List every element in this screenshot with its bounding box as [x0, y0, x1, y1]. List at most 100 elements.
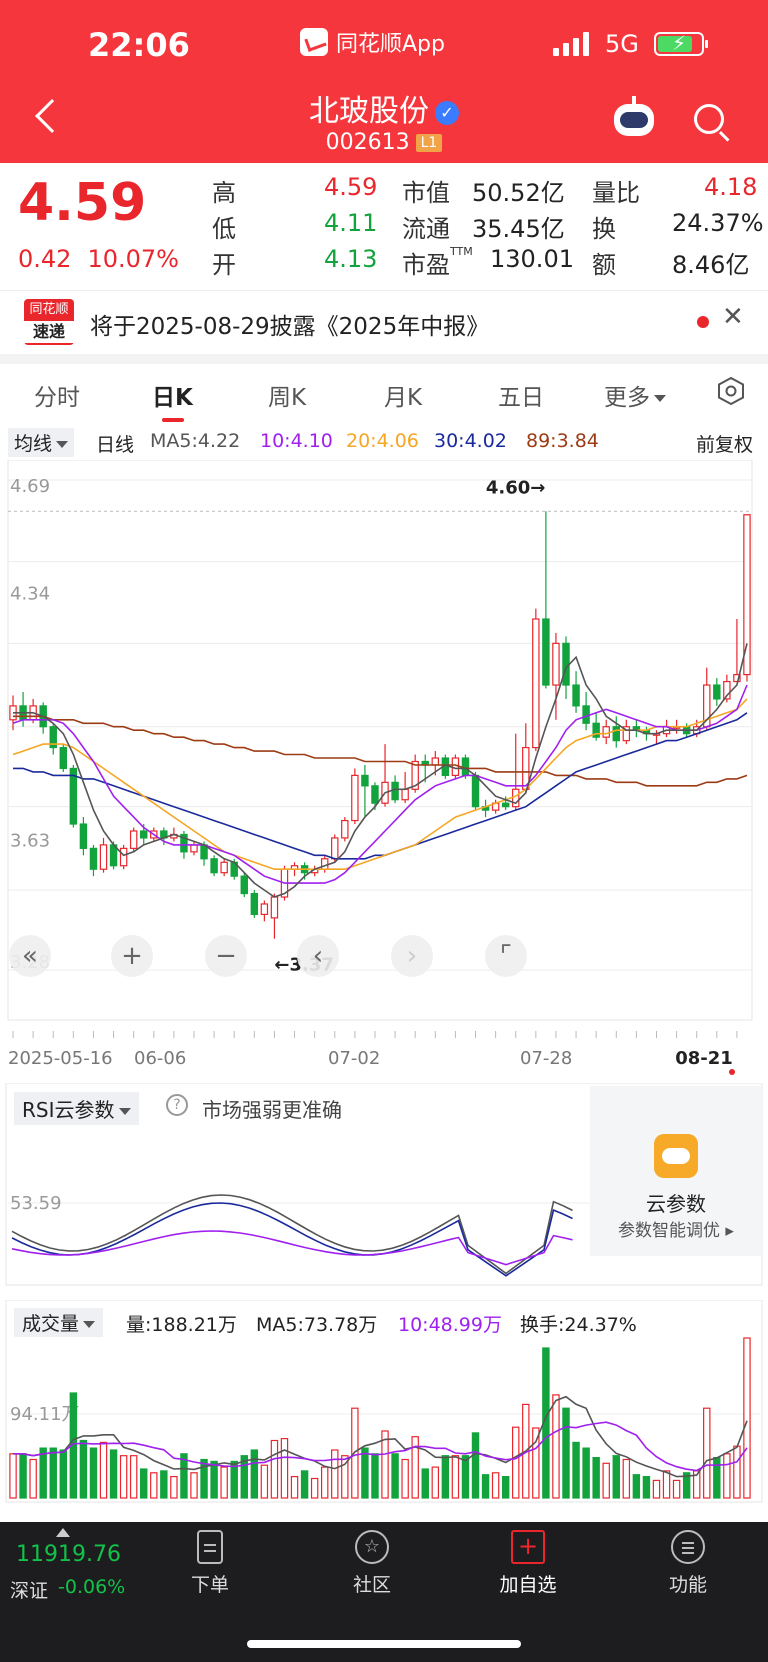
y-tick-label: 4.34 [10, 584, 50, 605]
candle-body [59, 746, 68, 770]
index-name: 深证 [10, 1580, 49, 1602]
scroll-left-icon: ‹ [313, 941, 323, 971]
status-time: 22:06 [88, 26, 190, 64]
home-indicator [247, 1640, 521, 1648]
caret-down-icon [83, 1321, 96, 1328]
adjust-mode[interactable]: 前复权 [696, 430, 753, 457]
notice-bar[interactable]: 同花顺 速递 将于2025-08-29披露《2025年中报》 [0, 290, 768, 352]
value-open: 4.13 [324, 245, 378, 273]
search-icon[interactable] [694, 104, 724, 134]
nav-add-watchlist[interactable]: + 加自选 [478, 1530, 578, 1597]
volume-turnover: 换手:24.37% [520, 1314, 637, 1336]
candle-body [401, 788, 409, 801]
tab-intraday[interactable]: 分时 [34, 378, 80, 412]
rsi-level-label: 53.59 [10, 1193, 62, 1214]
change-percent: 10.07% [87, 245, 179, 273]
volume-bar [743, 1337, 751, 1499]
volume-bar [391, 1453, 399, 1499]
volume-bar [612, 1455, 620, 1499]
help-icon[interactable]: ? [166, 1094, 188, 1116]
label-float-cap: 流通 [402, 215, 450, 243]
nav-order[interactable]: 下单 [160, 1530, 260, 1597]
candle-body [260, 903, 269, 915]
candle-body [612, 726, 620, 742]
volume-bar [512, 1426, 520, 1499]
tab-more[interactable]: 更多 [604, 378, 666, 412]
kline-chart[interactable]: 4.694.343.633.284.60→←3.37«+−‹›⌜2025-05-… [0, 460, 768, 1080]
candle-body [341, 819, 349, 839]
rsi-selector[interactable]: RSI云参数 [14, 1092, 139, 1125]
verified-icon: ✓ [435, 100, 459, 125]
tab-daily-k[interactable]: 日K [152, 378, 193, 412]
stock-code: 002613 [325, 130, 410, 155]
nav-community[interactable]: ☆ 社区 [322, 1530, 422, 1597]
cloud-params-panel[interactable]: 云参数 参数智能调优 ▸ [590, 1086, 762, 1256]
nav-functions[interactable]: 功能 [638, 1530, 738, 1597]
volume-bar [622, 1458, 631, 1499]
index-value[interactable]: 11919.76 [16, 1542, 121, 1567]
volume-bar [280, 1438, 289, 1499]
settings-hex-icon[interactable] [716, 376, 746, 406]
legend-ma20: 20:4.06 [346, 430, 419, 452]
caret-down-icon [654, 395, 666, 402]
candle-body [461, 757, 470, 776]
candle-body [99, 844, 108, 870]
volume-bar [371, 1453, 379, 1499]
ths-express-logo: 同花顺 速递 [24, 299, 74, 345]
candle-body [512, 788, 520, 808]
value-high: 4.59 [324, 173, 378, 201]
close-icon[interactable]: ✕ [722, 302, 744, 332]
app-logo-icon [300, 28, 328, 56]
candle-body [240, 875, 248, 895]
volume-bar [270, 1439, 279, 1499]
candle-body [351, 774, 359, 822]
label-turnover: 换 [592, 215, 616, 243]
volume-bar [441, 1455, 450, 1499]
cloud-title: 云参数 [646, 1192, 706, 1216]
label-low: 低 [212, 215, 236, 243]
volume-bar [572, 1441, 580, 1499]
label-volume-ratio: 量比 [592, 179, 640, 207]
tab-five-day[interactable]: 五日 [498, 378, 544, 412]
price-change: 0.42 10.07% [18, 245, 195, 273]
volume-bar [491, 1472, 500, 1499]
battery-icon: ⚡ [654, 31, 708, 56]
volume-bar [9, 1453, 17, 1499]
latest-dot [729, 1069, 735, 1075]
volume-bar [331, 1449, 339, 1499]
volume-header: 成交量 量:188.21万 MA5:73.78万 10:48.99万 换手:24… [0, 1306, 768, 1340]
label-market-cap: 市值 [402, 179, 450, 207]
notice-text: 将于2025-08-29披露《2025年中报》 [90, 314, 490, 340]
ma-selector[interactable]: 均线 [8, 428, 75, 457]
value-low: 4.11 [324, 209, 378, 237]
legend-ma10: 10:4.10 [260, 430, 333, 452]
index-expand-icon[interactable] [56, 1528, 70, 1537]
caret-down-icon [56, 441, 69, 448]
active-tab-indicator [162, 418, 184, 422]
app-indicator[interactable]: 同花顺App [300, 26, 445, 58]
volume-bar [552, 1394, 560, 1499]
chart-frame [7, 460, 753, 1021]
volume-bar [401, 1458, 409, 1499]
volume-bar [532, 1427, 540, 1499]
candle-body [552, 642, 560, 686]
volume-bar [59, 1449, 68, 1499]
ai-assistant-icon[interactable] [614, 96, 654, 136]
scroll-right-icon: › [407, 941, 417, 971]
value-float-cap: 35.45亿 [472, 215, 565, 243]
app-name: 同花顺App [336, 32, 445, 57]
zoom-in-icon: + [121, 941, 143, 971]
quote-panel: 4.59 0.42 10.07% 高 4.59 市值 50.52亿 量比 4.18… [0, 163, 768, 288]
volume-value: 量:188.21万 [126, 1314, 237, 1336]
section-divider [0, 354, 768, 364]
tab-monthly-k[interactable]: 月K [384, 378, 422, 412]
volume-bar [471, 1432, 480, 1499]
candle-body [582, 705, 590, 724]
volume-selector[interactable]: 成交量 [14, 1308, 104, 1337]
volume-bar [129, 1455, 138, 1499]
candle-body [190, 844, 198, 853]
tab-weekly-k[interactable]: 周K [268, 378, 306, 412]
add-plus-icon: + [511, 1530, 545, 1564]
volume-bar [713, 1457, 721, 1499]
volume-bar [29, 1458, 37, 1499]
